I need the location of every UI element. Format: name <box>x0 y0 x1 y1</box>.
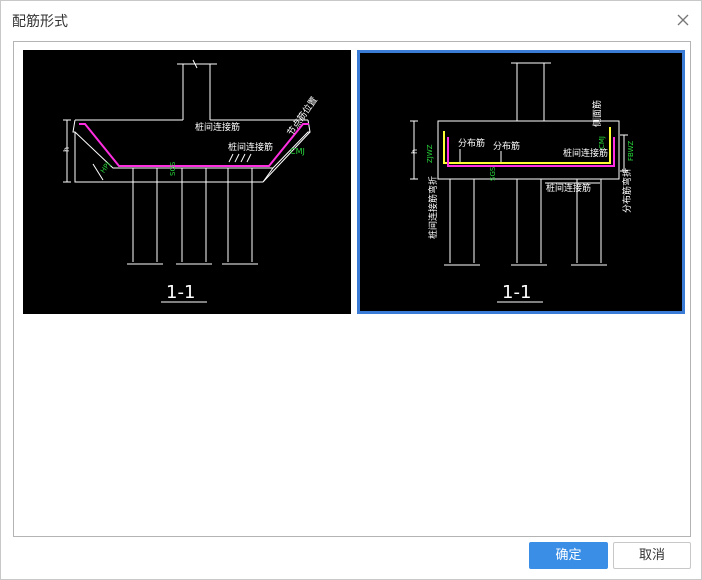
label-h: h <box>62 147 71 152</box>
label-fbwz: FBWZ <box>627 140 635 161</box>
rebar-diagram-sloped: 桩间连接筋 桩间连接筋 节点筋位置 CMJ HPJ SGS h 1-1 <box>62 59 320 303</box>
label-dist1: 分布筋 <box>458 137 485 149</box>
label-hpj: HPJ <box>99 161 112 175</box>
rebar-option-flat[interactable]: 分布筋 分布筋 侧面筋 桩间连接筋 桩间连接筋 桩间连接筋弯折 分布筋弯折 ZJ… <box>357 50 685 314</box>
label-side: 侧面筋 <box>591 100 603 127</box>
rebar-option-sloped[interactable]: 桩间连接筋 桩间连接筋 节点筋位置 CMJ HPJ SGS h 1-1 <box>23 50 351 314</box>
label-cmj: CMJ <box>598 136 606 149</box>
label-conn2: 桩间连接筋 <box>546 182 591 194</box>
label-sgs: SGS <box>489 166 497 181</box>
label-left-vert: 桩间连接筋弯折 <box>427 176 439 239</box>
rebar-form-dialog: 配筋形式 桩间连接筋 桩间连接筋 节点筋位置 CMJ HPJ SGS h 1-1… <box>0 0 702 580</box>
ok-button[interactable]: 确定 <box>529 542 608 569</box>
close-button[interactable] <box>673 10 693 30</box>
options-panel: 桩间连接筋 桩间连接筋 节点筋位置 CMJ HPJ SGS h 1-1 分布筋 … <box>13 41 691 537</box>
dialog-title: 配筋形式 <box>12 14 68 30</box>
label-dist2: 分布筋 <box>493 140 520 152</box>
label-right-vert: 分布筋弯折 <box>621 168 633 213</box>
section-label: 1-1 <box>166 282 195 303</box>
section-label: 1-1 <box>502 282 531 303</box>
label-top: 桩间连接筋 <box>195 121 240 133</box>
close-icon <box>677 14 689 26</box>
label-zjwz: ZJWZ <box>426 144 434 163</box>
rebar-diagram-flat: 分布筋 分布筋 侧面筋 桩间连接筋 桩间连接筋 桩间连接筋弯折 分布筋弯折 ZJ… <box>410 62 635 303</box>
label-diag: 节点筋位置 <box>284 94 320 138</box>
label-h: h <box>410 149 419 154</box>
title-bar: 配筋形式 <box>1 1 701 39</box>
label-mid: 桩间连接筋 <box>228 141 273 153</box>
label-cmj: CMJ <box>290 147 305 156</box>
cancel-button[interactable]: 取消 <box>613 542 691 569</box>
label-sgs: SGS <box>169 161 177 176</box>
